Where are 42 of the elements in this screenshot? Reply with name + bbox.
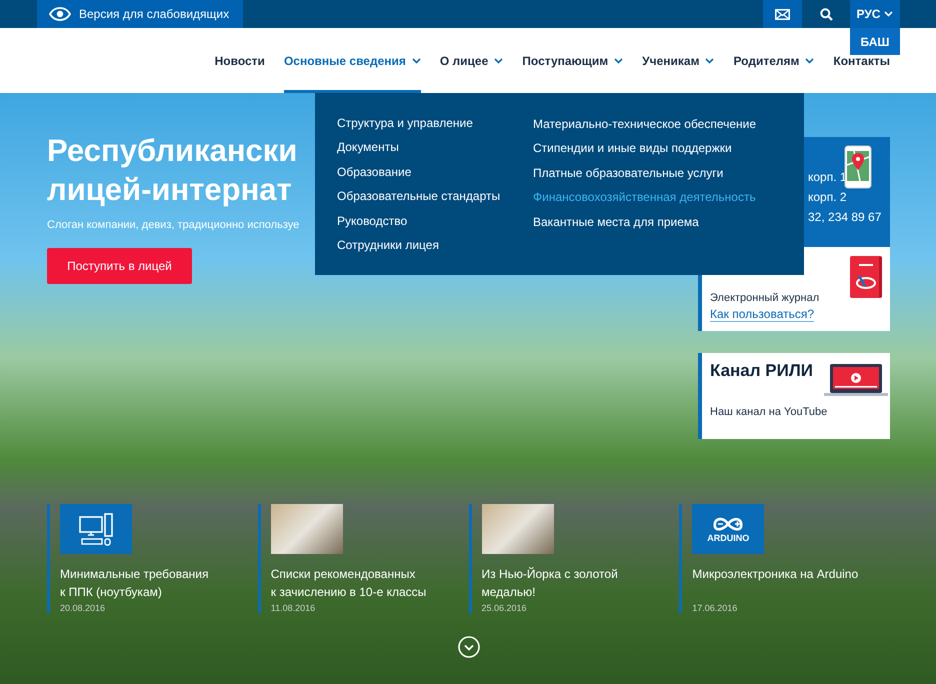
nav-link[interactable]: Поступающим <box>522 54 624 68</box>
nav-link[interactable]: Новости <box>214 54 265 68</box>
logo-text: ARDUINO <box>707 532 750 542</box>
news-date: 17.06.2016 <box>692 603 738 613</box>
nav-link[interactable]: О лицее <box>440 54 504 68</box>
submenu-link[interactable]: Платные образовательные услуги <box>533 164 724 182</box>
news-title: Списки рекомендованных к зачислению в 10-е классы <box>270 566 428 601</box>
nav-link[interactable]: Основные сведения <box>284 54 421 68</box>
submenu-link[interactable]: Образование <box>337 164 412 181</box>
submenu-link[interactable]: Документы <box>337 139 399 156</box>
news-title: Из Нью-Йорка с золотой медалью! <box>482 566 619 601</box>
news-date: 25.06.2016 <box>482 603 528 613</box>
language-option[interactable]: РУС <box>850 0 900 28</box>
submenu-link[interactable]: Структура и управление <box>337 115 473 132</box>
apply-button[interactable]: Поступить в лицей <box>47 248 192 284</box>
news-item[interactable]: ARDUINO Микроэлектроника на Arduino 17.06.2016 <box>679 504 870 613</box>
nav-link[interactable]: Ученикам <box>642 54 714 68</box>
submenu-link[interactable]: Вакантные места для приема <box>533 214 699 231</box>
news-item[interactable]: Минимальные требования к ППК (ноутбукам) 20.08.2016 <box>47 504 237 613</box>
submenu-link[interactable]: Финансовохозяйственная деятельность <box>533 189 756 206</box>
hero-slogan: Слоган компании, девиз, традиционно используе <box>47 219 300 231</box>
news-item[interactable]: Списки рекомендованных к зачислению в 10-е классы 11.08.2016 <box>258 504 448 613</box>
journal-title: Электронный журнал <box>710 292 820 304</box>
channel-title: Канал РИЛИ <box>710 361 814 381</box>
hero-title: Республикански лицей-интернат <box>47 132 298 209</box>
nav-link[interactable]: Родителям <box>733 54 814 68</box>
contact-text: 32, 234 89 67 <box>808 209 882 226</box>
news-date: 11.08.2016 <box>270 603 316 613</box>
nav-link[interactable]: Контакты <box>833 54 890 68</box>
how-to-use-link[interactable]: Как пользоваться? <box>710 307 814 322</box>
news-title: Минимальные требования к ППК (ноутбукам) <box>60 566 210 601</box>
submenu-link[interactable]: Материально-техническое обеспечение <box>533 116 756 133</box>
contact-text: корп. 2 <box>808 189 848 206</box>
news-title: Микроэлектроника на Arduino <box>692 566 860 583</box>
news-date: 20.08.2016 <box>60 603 106 613</box>
submenu-link[interactable]: Образовательные стандарты <box>337 188 500 206</box>
channel-subtitle: Наш канал на YouTube <box>710 406 828 418</box>
submenu-link[interactable]: Стипендии и иные виды поддержки <box>533 140 732 158</box>
submenu-link[interactable]: Руководство <box>337 212 408 230</box>
news-item[interactable]: Из Нью-Йорка с золотой медалью! 25.06.2016 <box>468 504 658 613</box>
low-vision-version-button[interactable]: Версия для слабовидящих <box>37 0 244 28</box>
submenu-link[interactable]: Сотрудники лицея <box>337 236 439 254</box>
